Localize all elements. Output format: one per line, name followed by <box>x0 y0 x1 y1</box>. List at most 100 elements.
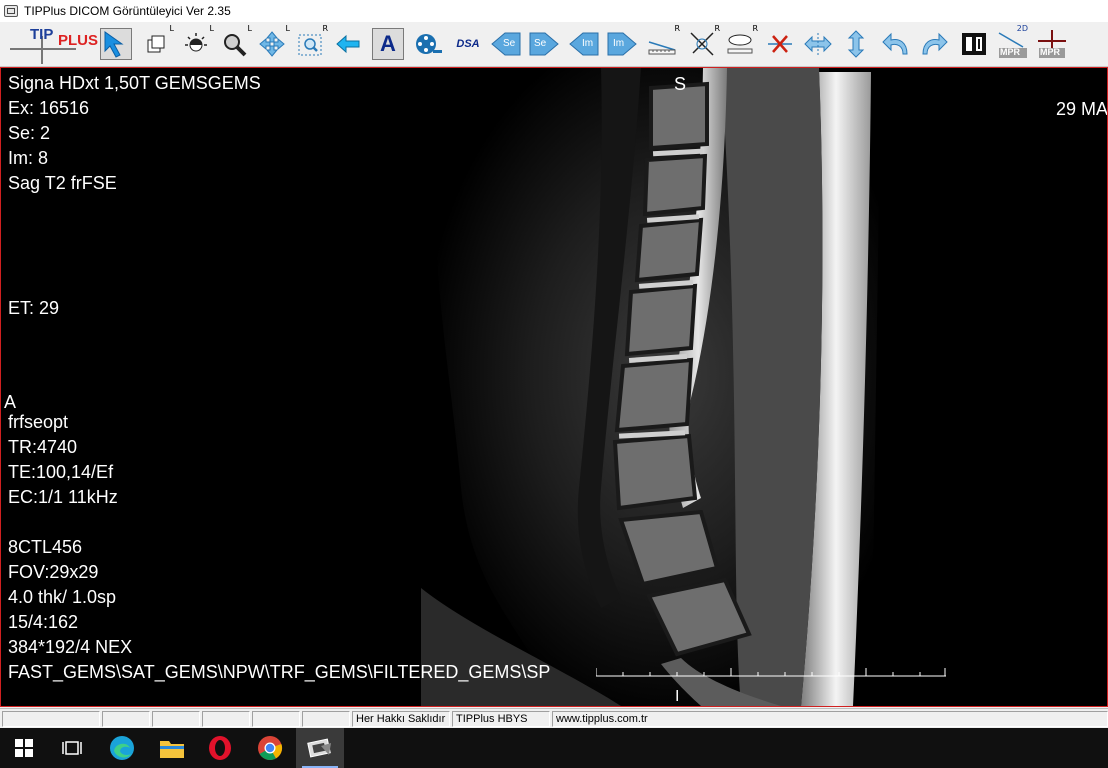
next-series-label: Se <box>534 38 547 49</box>
angle-measure-button[interactable]: R <box>686 24 720 60</box>
overlay-param: TR:4740 <box>8 437 78 457</box>
status-cell <box>252 711 300 727</box>
series-layers-button[interactable]: L <box>140 24 174 60</box>
tipplus-logo: TIP PLUS <box>10 24 99 64</box>
chrome-browser-icon <box>258 736 283 761</box>
layout-button[interactable] <box>958 28 990 60</box>
status-bar: Her Hakkı Saklıdır TIPPlus HBYS www.tipp… <box>0 708 1108 729</box>
taskbar-file-explorer[interactable] <box>148 728 196 768</box>
text-cursor: I <box>675 688 680 705</box>
overlay-geometry-params: 8CTL456 FOV:29x29 4.0 thk/ 1.0sp 15/4:16… <box>8 535 550 685</box>
overlay-image-number: Im: 8 <box>8 148 49 168</box>
overlay-exam-number: Ex: 16516 <box>8 98 90 118</box>
dsa-button[interactable]: DSA <box>450 28 486 60</box>
overlay-scanner: Signa HDxt 1,50T GEMSGEMS <box>8 73 261 93</box>
overlay-param: frfseopt <box>8 412 69 432</box>
windows-start-icon <box>15 739 33 757</box>
overlay-param: 8CTL456 <box>8 537 83 557</box>
orientation-marker-superior: S <box>674 74 687 94</box>
status-cell <box>302 711 350 727</box>
mpr-2d-superscript: 2D <box>1016 24 1028 33</box>
layout-panes-icon <box>962 33 986 55</box>
dicom-image-viewport[interactable]: Signa HDxt 1,50T GEMSGEMS Ex: 16516 Se: … <box>0 67 1108 707</box>
pan-move-icon <box>259 31 285 57</box>
next-image-button[interactable]: Im <box>606 28 638 60</box>
status-cell <box>202 711 250 727</box>
task-view-button[interactable] <box>48 728 96 768</box>
previous-image-label: Im <box>582 38 594 49</box>
status-cell <box>152 711 200 727</box>
taskbar-edge[interactable] <box>98 728 146 768</box>
tool-superscript: R <box>752 24 758 33</box>
back-arrow-icon <box>336 34 360 54</box>
film-reel-icon <box>416 34 442 54</box>
toolbar: TIP PLUS L L L L R A DSA Se Se Im Im R R… <box>0 22 1108 67</box>
task-view-icon <box>62 741 82 755</box>
overlay-sequence: Sag T2 frFSE <box>8 173 117 193</box>
rotate-left-button[interactable] <box>880 28 912 60</box>
taskbar-chrome[interactable] <box>246 728 294 768</box>
taskbar-dicom-viewer[interactable] <box>296 728 344 768</box>
flip-vertical-button[interactable] <box>840 28 872 60</box>
distance-measure-button[interactable]: R <box>646 24 680 60</box>
select-tool-button[interactable] <box>100 28 132 60</box>
magnifier-icon <box>224 34 247 57</box>
overlay-echo-train: ET: 29 <box>8 298 60 318</box>
mpr-2d-button[interactable]: MPR 2D <box>996 24 1028 60</box>
app-window-icon[interactable] <box>4 5 18 17</box>
flip-horizontal-icon <box>804 33 832 55</box>
start-button[interactable] <box>0 728 48 768</box>
cine-play-button[interactable] <box>412 28 444 60</box>
overlay-param: 4.0 thk/ 1.0sp <box>8 587 117 607</box>
select-arrow-icon <box>104 31 124 58</box>
overlay-param: 384*192/4 NEX <box>8 637 133 657</box>
ruler-icon <box>648 41 676 55</box>
overlay-param: 15/4:162 <box>8 612 79 632</box>
overlay-param: EC:1/1 11kHz <box>8 487 118 507</box>
tool-superscript: R <box>322 24 328 33</box>
windows-taskbar <box>0 728 1108 768</box>
window-level-button[interactable]: L <box>180 24 214 60</box>
delete-measurement-button[interactable] <box>764 28 796 60</box>
rotate-right-button[interactable] <box>918 28 950 60</box>
ellipse-roi-icon <box>727 34 753 54</box>
delete-measurement-icon <box>768 35 792 53</box>
opera-browser-icon <box>209 736 231 760</box>
previous-series-button[interactable]: Se <box>490 28 522 60</box>
mpr-crosshair-button[interactable]: MPR <box>1036 28 1068 60</box>
angle-measure-icon <box>690 32 714 56</box>
tool-superscript: L <box>247 24 252 33</box>
overlay-study-date: 29 MA <box>1056 99 1108 119</box>
taskbar-opera[interactable] <box>196 728 244 768</box>
brightness-contrast-icon <box>185 33 207 52</box>
magnify-button[interactable]: L <box>218 24 252 60</box>
edge-browser-icon <box>110 736 134 760</box>
logo-tip: TIP <box>30 26 54 43</box>
status-cell <box>102 711 150 727</box>
back-button[interactable] <box>332 28 364 60</box>
logo-plus: PLUS <box>58 32 99 49</box>
mpr-2d-label: MPR <box>1000 47 1020 57</box>
status-copyright: Her Hakkı Saklıdır <box>352 711 450 727</box>
annotation-toggle-button[interactable]: A <box>372 28 404 60</box>
scale-ruler <box>596 668 946 677</box>
ellipse-roi-button[interactable]: R <box>724 24 758 60</box>
dsa-icon: DSA <box>456 38 480 50</box>
title-bar: TIPPlus DICOM Görüntüleyici Ver 2.35 <box>0 0 1108 22</box>
overlay-top-left: Signa HDxt 1,50T GEMSGEMS Ex: 16516 Se: … <box>8 71 261 196</box>
pan-button[interactable]: L <box>256 24 290 60</box>
zoom-region-button[interactable]: R <box>294 24 328 60</box>
overlay-param: TE:100,14/Ef <box>8 462 114 482</box>
overlay-series-number: Se: 2 <box>8 123 51 143</box>
tool-superscript: L <box>285 24 290 33</box>
flip-horizontal-button[interactable] <box>802 28 834 60</box>
tool-superscript: R <box>674 24 680 33</box>
previous-series-label: Se <box>503 38 516 49</box>
previous-image-button[interactable]: Im <box>568 28 600 60</box>
annotation-text-icon: A <box>380 31 396 56</box>
tool-superscript: L <box>209 24 214 33</box>
status-product: TIPPlus HBYS <box>452 711 550 727</box>
rotate-right-icon <box>922 32 948 55</box>
layers-icon <box>147 35 165 53</box>
next-series-button[interactable]: Se <box>528 28 560 60</box>
